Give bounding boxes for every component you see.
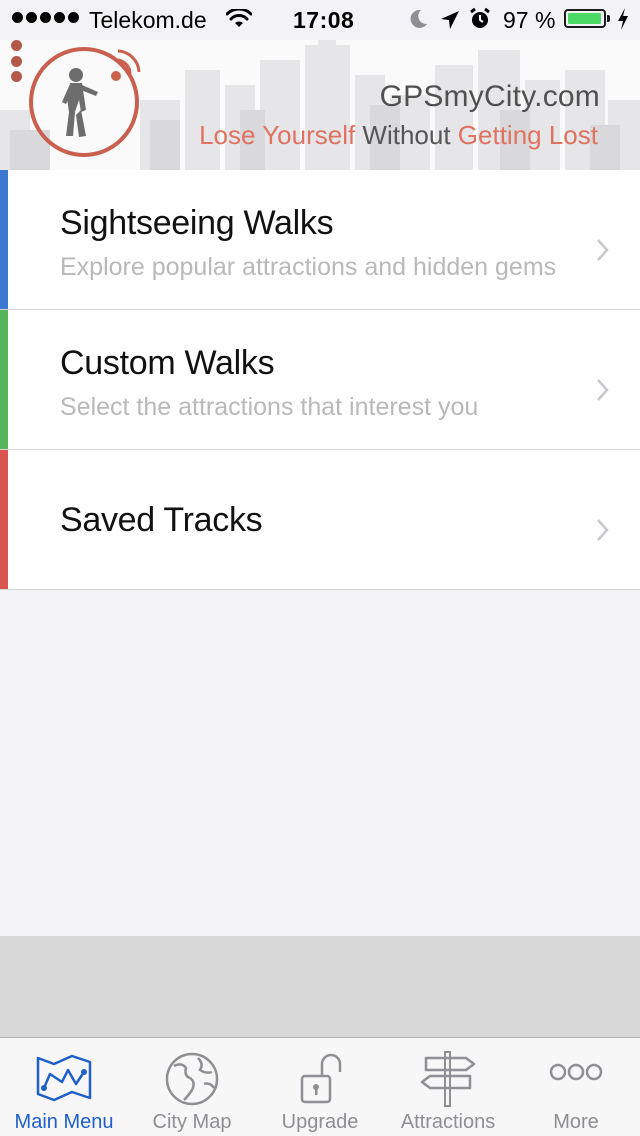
tab-label: Upgrade	[281, 1111, 359, 1133]
brand-name: GPSmyCity.com	[379, 80, 600, 113]
unlocked-padlock-icon	[300, 1053, 342, 1104]
gpsmycity-logo	[29, 47, 141, 157]
menu-item-color-stripe	[0, 170, 8, 309]
battery-icon	[564, 9, 610, 28]
status-bar: Telekom.de 17:08 97 %	[0, 0, 640, 40]
tab-label: City Map	[152, 1111, 232, 1133]
menu-item-color-stripe	[0, 450, 8, 589]
tab-label: Main Menu	[14, 1111, 114, 1133]
globe-icon	[165, 1052, 219, 1106]
tab-label: More	[553, 1111, 599, 1133]
battery-percentage: 97 %	[503, 7, 556, 33]
menu-item-title: Custom Walks	[60, 344, 275, 382]
menu-item-title: Sightseeing Walks	[60, 204, 334, 242]
location-arrow-icon	[440, 9, 460, 36]
menu-item-saved-tracks[interactable]: Saved Tracks	[0, 450, 640, 590]
tab-upgrade[interactable]: Upgrade	[256, 1038, 384, 1136]
tab-label: Attractions	[400, 1111, 496, 1133]
signpost-icon	[420, 1051, 476, 1107]
tagline-part-1: Lose Yourself	[199, 120, 356, 150]
chevron-right-icon	[597, 239, 609, 261]
tab-more[interactable]: More	[512, 1038, 640, 1136]
signal-dots-icon	[12, 12, 79, 23]
tagline: Lose Yourself Without Getting Lost	[199, 120, 598, 151]
menu-item-sightseeing-walks[interactable]: Sightseeing Walks Explore popular attrac…	[0, 170, 640, 310]
menu-item-subtitle: Select the attractions that interest you	[60, 393, 479, 421]
app-header: GPSmyCity.com Lose Yourself Without Gett…	[0, 40, 640, 170]
tagline-part-3: Getting Lost	[457, 120, 598, 150]
wifi-icon	[225, 7, 253, 35]
chevron-right-icon	[597, 519, 609, 541]
tab-bar: Main Menu City Map Upgrade Attractions M…	[0, 1037, 640, 1136]
side-menu-button[interactable]	[9, 40, 23, 82]
menu-item-title: Saved Tracks	[60, 501, 263, 539]
charging-bolt-icon	[617, 7, 629, 37]
tab-city-map[interactable]: City Map	[128, 1038, 256, 1136]
tab-main-menu[interactable]: Main Menu	[0, 1038, 128, 1136]
chevron-right-icon	[597, 379, 609, 401]
alarm-icon	[468, 7, 492, 37]
menu-item-subtitle: Explore popular attractions and hidden g…	[60, 253, 557, 281]
tab-attractions[interactable]: Attractions	[384, 1038, 512, 1136]
tagline-part-2: Without	[355, 120, 458, 150]
carrier-name: Telekom.de	[89, 7, 207, 33]
ad-banner-placeholder	[0, 936, 640, 1037]
moon-icon	[407, 8, 429, 36]
main-menu-list: Sightseeing Walks Explore popular attrac…	[0, 170, 640, 590]
more-dots-icon	[549, 1063, 603, 1081]
map-icon	[36, 1054, 92, 1102]
menu-item-color-stripe	[0, 310, 8, 449]
clock-time: 17:08	[293, 7, 355, 33]
menu-item-custom-walks[interactable]: Custom Walks Select the attractions that…	[0, 310, 640, 450]
